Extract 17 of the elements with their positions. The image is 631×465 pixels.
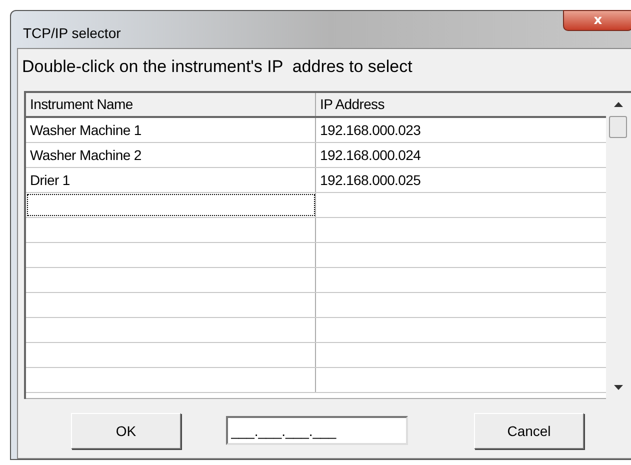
- scroll-up-icon[interactable]: [614, 102, 622, 107]
- window-title: TCP/IP selector: [23, 24, 121, 40]
- ok-button[interactable]: OK: [71, 412, 181, 448]
- table-cell[interactable]: [26, 193, 316, 217]
- table-cell[interactable]: 192.168.000.023: [316, 118, 606, 142]
- table-cell[interactable]: 192.168.000.024: [316, 143, 606, 167]
- scroll-down-icon[interactable]: [614, 385, 622, 390]
- table-cell[interactable]: Washer Machine 2: [26, 143, 316, 167]
- table-cell[interactable]: 192.168.000.025: [316, 168, 606, 192]
- column-header[interactable]: Instrument Name: [26, 93, 316, 116]
- table-cell[interactable]: Drier 1: [26, 168, 316, 192]
- ip-address-field[interactable]: ___.___.___.___: [226, 416, 408, 445]
- column-header[interactable]: IP Address: [316, 93, 606, 116]
- scroll-thumb[interactable]: [609, 116, 627, 138]
- cancel-button[interactable]: Cancel: [474, 412, 584, 448]
- table-cell[interactable]: Washer Machine 1: [26, 118, 316, 142]
- instruction-text: Double-click on the instrument's IP addres to select: [21, 56, 414, 78]
